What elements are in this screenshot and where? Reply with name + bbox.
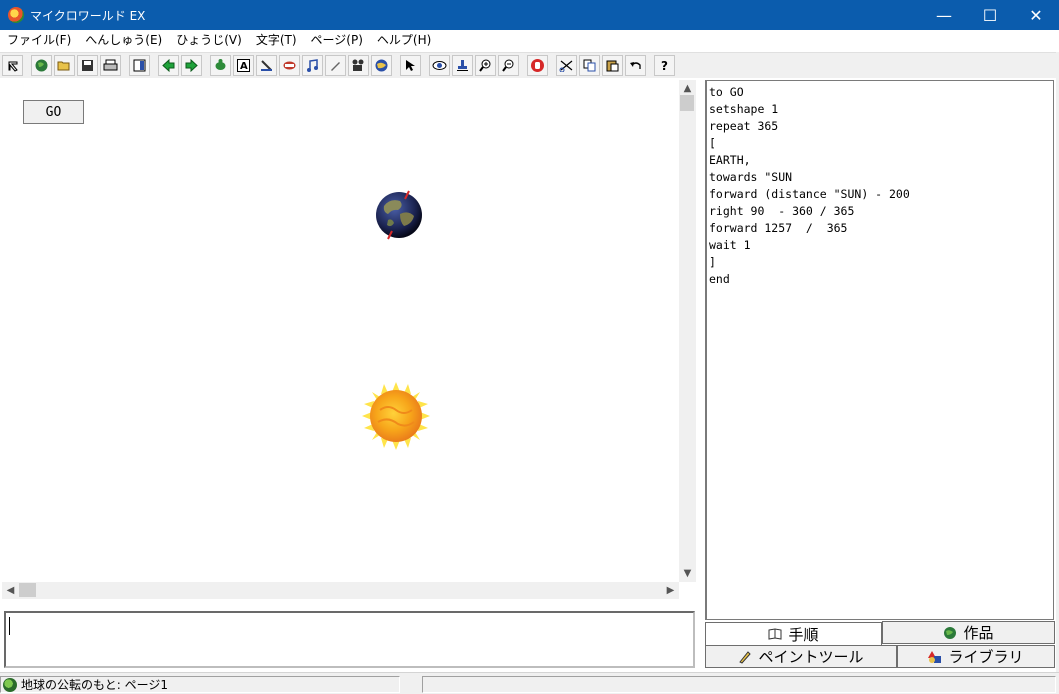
code-line: [ — [709, 136, 716, 150]
scroll-down-icon[interactable]: ▼ — [679, 565, 696, 582]
svg-text:A: A — [240, 61, 248, 72]
page-canvas[interactable]: GO — [2, 80, 679, 582]
horizontal-scrollbar[interactable]: ◀ ▶ — [2, 582, 679, 599]
globe-icon[interactable] — [31, 55, 52, 76]
scroll-left-icon[interactable]: ◀ — [2, 582, 19, 599]
back-arrow-icon[interactable] — [158, 55, 179, 76]
pane-tabs: 手順 作品 ペイントツール ライブラリ — [705, 621, 1056, 669]
status-text: 地球の公転のもと: ページ1 — [21, 678, 169, 692]
pen-icon[interactable] — [325, 55, 346, 76]
code-line: setshape 1 — [709, 102, 779, 116]
go-button[interactable]: GO — [23, 100, 84, 124]
pointer-icon[interactable] — [2, 55, 23, 76]
tab-paint-tools[interactable]: ペイントツール — [705, 645, 897, 668]
paintbrush-icon — [739, 650, 752, 664]
code-line: wait 1 — [709, 238, 751, 252]
save-icon[interactable] — [77, 55, 98, 76]
code-line: to GO — [709, 85, 744, 99]
layout-icon[interactable] — [129, 55, 150, 76]
text-caret — [9, 617, 10, 635]
forward-arrow-icon[interactable] — [181, 55, 202, 76]
menu-help[interactable]: ヘルプ(H) — [370, 30, 438, 51]
status-pane-empty — [422, 676, 1056, 693]
menu-text[interactable]: 文字(T) — [249, 30, 304, 51]
menu-view[interactable]: ひょうじ(V) — [169, 30, 249, 51]
tab-procedures-label: 手順 — [788, 625, 819, 644]
scroll-right-icon[interactable]: ▶ — [662, 582, 679, 599]
arrow-pointer-icon[interactable] — [400, 55, 421, 76]
movie-icon[interactable] — [348, 55, 369, 76]
paste-icon[interactable] — [602, 55, 623, 76]
undo-icon[interactable] — [625, 55, 646, 76]
music-note-icon[interactable] — [302, 55, 323, 76]
close-button[interactable]: ✕ — [1013, 0, 1059, 30]
scissors-icon[interactable] — [556, 55, 577, 76]
text-box-icon[interactable]: A — [233, 55, 254, 76]
app-icon — [8, 7, 24, 23]
globe-icon — [944, 626, 957, 639]
slider-icon[interactable] — [279, 55, 300, 76]
code-line: forward 1257 / 365 — [709, 221, 848, 235]
menu-edit[interactable]: へんしゅう(E) — [78, 30, 169, 51]
paint-icon[interactable] — [256, 55, 277, 76]
title-bar: マイクロワールド EX — ☐ ✕ — [0, 0, 1059, 30]
tab-library[interactable]: ライブラリ — [897, 645, 1055, 668]
stamp-icon[interactable] — [452, 55, 473, 76]
status-pane-project: 地球の公転のもと: ページ1 — [0, 676, 400, 693]
tab-paint-tools-label: ペイントツール — [758, 648, 864, 666]
turtle-hatch-icon[interactable] — [210, 55, 231, 76]
procedures-pane[interactable]: to GO setshape 1 repeat 365 [ EARTH, tow… — [705, 80, 1054, 620]
stop-hand-icon[interactable] — [527, 55, 548, 76]
shapes-icon — [928, 650, 942, 663]
book-icon — [768, 628, 782, 640]
tab-library-label: ライブラリ — [948, 648, 1024, 666]
tab-project[interactable]: 作品 — [882, 621, 1055, 644]
copy-icon[interactable] — [579, 55, 600, 76]
maximize-button[interactable]: ☐ — [967, 0, 1013, 30]
vertical-scroll-thumb[interactable] — [680, 95, 694, 111]
sun-turtle[interactable] — [360, 380, 432, 452]
menu-file[interactable]: ファイル(F) — [0, 30, 78, 51]
world-icon[interactable] — [371, 55, 392, 76]
earth-turtle[interactable] — [374, 190, 424, 240]
horizontal-scroll-thumb[interactable] — [19, 583, 36, 597]
vertical-scrollbar[interactable]: ▲ ▼ — [679, 80, 696, 582]
menu-bar: ファイル(F) へんしゅう(E) ひょうじ(V) 文字(T) ページ(P) ヘル… — [0, 30, 1059, 51]
code-line: repeat 365 — [709, 119, 779, 133]
window-controls: — ☐ ✕ — [921, 0, 1059, 30]
eye-icon[interactable] — [429, 55, 450, 76]
project-globe-icon — [3, 678, 17, 692]
tab-procedures[interactable]: 手順 — [705, 622, 882, 645]
tab-project-label: 作品 — [963, 624, 994, 642]
code-line: forward (distance "SUN) - 200 — [709, 187, 910, 201]
code-line: right 90 - 360 / 365 — [709, 204, 855, 218]
minimize-button[interactable]: — — [921, 0, 967, 30]
code-line: end — [709, 272, 730, 286]
code-line: ] — [709, 255, 716, 269]
code-line: towards "SUN — [709, 170, 793, 184]
menu-page[interactable]: ページ(P) — [304, 30, 370, 51]
help-icon[interactable]: ? — [654, 55, 675, 76]
print-icon[interactable] — [100, 55, 121, 76]
command-center[interactable] — [4, 611, 695, 668]
toolbar: A ? — [0, 52, 1059, 78]
window-title: マイクロワールド EX — [30, 8, 146, 23]
zoom-in-icon[interactable] — [475, 55, 496, 76]
status-bar: 地球の公転のもと: ページ1 — [0, 672, 1059, 694]
zoom-out-icon[interactable] — [498, 55, 519, 76]
code-line: EARTH, — [709, 153, 751, 167]
open-folder-icon[interactable] — [54, 55, 75, 76]
